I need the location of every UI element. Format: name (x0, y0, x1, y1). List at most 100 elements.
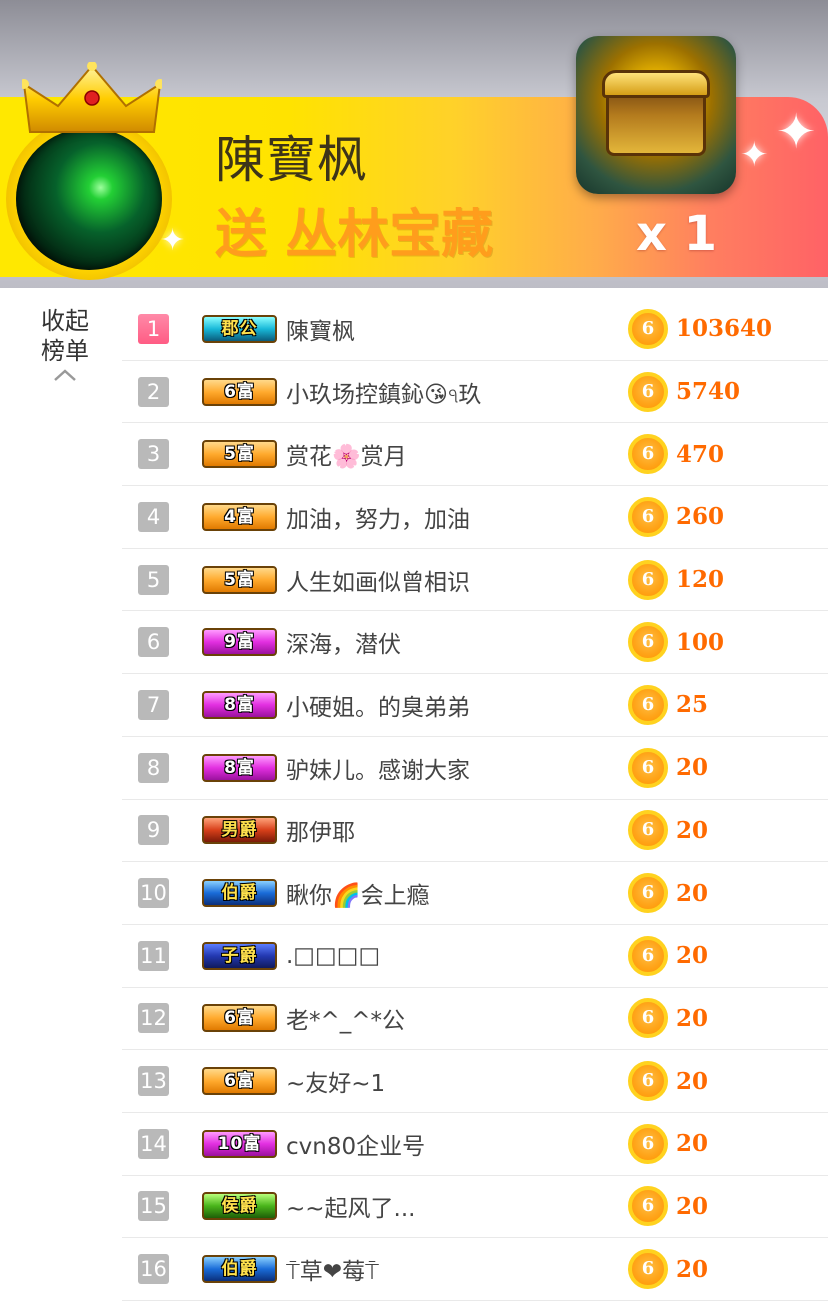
user-name[interactable]: ⍑草❤莓⍑ (286, 1252, 379, 1286)
user-name[interactable]: ~友好~1 (286, 1064, 385, 1098)
rank-number: 10 (138, 878, 169, 909)
user-name[interactable]: 小玖场控鎮鈊😘ঀ玖 (286, 375, 481, 409)
coin-icon: 6 (628, 998, 668, 1039)
level-badge: 5富 (202, 565, 277, 594)
ranking-row[interactable]: 8 8富 驴妹儿。感谢大家 6 20 (122, 737, 828, 800)
gift-count: x 1 (636, 206, 718, 262)
coin-icon: 6 (628, 873, 668, 914)
user-name[interactable]: 驴妹儿。感谢大家 (286, 751, 470, 785)
contribution-score: 20 (676, 816, 709, 844)
rank-number: 14 (138, 1128, 169, 1159)
coin-icon: 6 (628, 935, 668, 976)
rank-number: 7 (138, 689, 169, 720)
ranking-row[interactable]: 14 10富 cvn80企业号 6 20 (122, 1113, 828, 1176)
user-name[interactable]: .□□□□ (286, 943, 380, 969)
ranking-row[interactable]: 2 6富 小玖场控鎮鈊😘ঀ玖 6 5740 (122, 361, 828, 424)
user-name[interactable]: ~~起风了... (286, 1189, 415, 1223)
contribution-score: 20 (676, 754, 709, 782)
contribution-score: 25 (676, 691, 709, 719)
contribution-score: 5740 (676, 378, 741, 406)
user-name[interactable]: 小硬姐。的臭弟弟 (286, 688, 470, 722)
ranking-row[interactable]: 9 男爵 那伊耶 6 20 (122, 800, 828, 863)
coin-icon: 6 (628, 308, 668, 349)
ranking-row[interactable]: 16 伯爵 ⍑草❤莓⍑ 6 20 (122, 1238, 828, 1301)
ranking-row[interactable]: 1 郡公 陳寶枫 6 103640 (122, 298, 828, 361)
ranking-row[interactable]: 15 侯爵 ~~起风了... 6 20 (122, 1176, 828, 1239)
user-name[interactable]: 老*^_^*公 (286, 1001, 405, 1035)
level-badge: 5富 (202, 440, 277, 469)
coin-icon: 6 (628, 371, 668, 412)
avatar[interactable] (16, 128, 162, 270)
coin-icon: 6 (628, 684, 668, 725)
coin-icon: 6 (628, 496, 668, 537)
treasure-chest-icon (576, 36, 736, 194)
contribution-score: 100 (676, 628, 725, 656)
ranking-row[interactable]: 4 4富 加油，努力，加油 6 260 (122, 486, 828, 549)
user-name[interactable]: 那伊耶 (286, 813, 355, 847)
user-name[interactable]: 瞅你🌈会上瘾 (286, 876, 430, 910)
rank-number: 4 (138, 501, 169, 532)
level-badge: 6富 (202, 1004, 277, 1033)
rank-number: 2 (138, 376, 169, 407)
rank-number: 1 (138, 313, 169, 344)
coin-icon: 6 (628, 810, 668, 851)
ranking-row[interactable]: 7 8富 小硬姐。的臭弟弟 6 25 (122, 674, 828, 737)
contribution-score: 20 (676, 1192, 709, 1220)
user-name[interactable]: 加油，努力，加油 (286, 500, 470, 534)
coin-icon: 6 (628, 559, 668, 600)
rank-number: 8 (138, 752, 169, 783)
level-badge: 10富 (202, 1129, 277, 1158)
level-badge: 6富 (202, 1067, 277, 1096)
gift-description: 送 丛林宝藏 (215, 205, 494, 265)
contribution-score: 20 (676, 1255, 709, 1283)
ranking-row[interactable]: 12 6富 老*^_^*公 6 20 (122, 988, 828, 1051)
ranking-row[interactable]: 3 5富 赏花🌸赏月 6 470 (122, 423, 828, 487)
contribution-score: 20 (676, 942, 709, 970)
level-badge: 侯爵 (202, 1192, 277, 1221)
user-name[interactable]: 深海，潜伏 (286, 625, 401, 659)
user-name[interactable]: cvn80企业号 (286, 1127, 425, 1161)
ranking-row[interactable]: 5 5富 人生如画似曾相识 6 120 (122, 549, 828, 612)
sparkle-icon: ✦ (160, 223, 186, 258)
contribution-score: 470 (676, 440, 725, 468)
level-badge: 8富 (202, 753, 277, 782)
coin-icon: 6 (628, 1123, 668, 1164)
crown-icon (22, 62, 162, 133)
level-badge: 8富 (202, 690, 277, 719)
rank-number: 5 (138, 564, 169, 595)
user-name[interactable]: 陳寶枫 (286, 312, 355, 346)
contribution-score: 260 (676, 503, 725, 531)
rank-number: 13 (138, 1066, 169, 1097)
coin-icon: 6 (628, 1186, 668, 1227)
gift-sender-name: 陳寶枫 (215, 131, 368, 189)
chevron-up-icon (54, 369, 76, 381)
rank-number: 12 (138, 1003, 169, 1034)
sparkle-icon: ✦ (740, 135, 769, 175)
rank-number: 11 (138, 940, 169, 971)
collapse-ranking-label: 收起榜单 (41, 307, 89, 365)
level-badge: 伯爵 (202, 879, 277, 908)
chest-lid (602, 70, 710, 98)
contribution-score: 20 (676, 1067, 709, 1095)
collapse-ranking-button[interactable]: 收起榜单 (28, 306, 102, 382)
rank-number: 3 (138, 439, 169, 470)
contribution-score: 120 (676, 566, 725, 594)
level-badge: 伯爵 (202, 1255, 277, 1284)
rank-number: 16 (138, 1254, 169, 1285)
level-badge: 4富 (202, 502, 277, 531)
level-badge: 子爵 (202, 941, 277, 970)
coin-icon: 6 (628, 747, 668, 788)
user-name[interactable]: 赏花🌸赏月 (286, 437, 407, 471)
ranking-list: 1 郡公 陳寶枫 6 103640 2 6富 小玖场控鎮鈊😘ঀ玖 6 5740 3 5富 赏花🌸赏月 6 4… (122, 298, 828, 1301)
level-badge: 9富 (202, 628, 277, 657)
contribution-score: 20 (676, 1130, 709, 1158)
ranking-row[interactable]: 13 6富 ~友好~1 6 20 (122, 1050, 828, 1113)
contribution-score: 103640 (676, 315, 773, 343)
ranking-row[interactable]: 11 子爵 .□□□□ 6 20 (122, 925, 828, 988)
coin-icon: 6 (628, 622, 668, 663)
ranking-row[interactable]: 10 伯爵 瞅你🌈会上瘾 6 20 (122, 862, 828, 925)
coin-icon: 6 (628, 434, 668, 475)
ranking-row[interactable]: 6 9富 深海，潜伏 6 100 (122, 611, 828, 675)
rank-number: 15 (138, 1191, 169, 1222)
user-name[interactable]: 人生如画似曾相识 (286, 563, 470, 597)
